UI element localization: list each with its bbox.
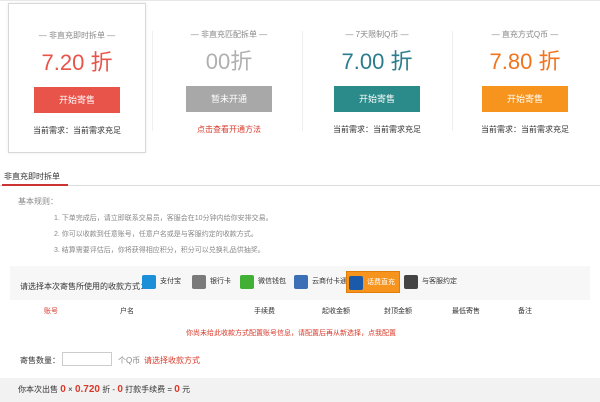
card-demand: 当前需求：当前需求充足 [333, 125, 421, 134]
start-consign-button[interactable]: 开始寄售 [34, 87, 120, 113]
summary-zhe: 折 - [102, 385, 116, 394]
card-title: — 非直充匹配拆单 — [190, 30, 268, 39]
pay-method-label: 云商付卡通 [312, 278, 347, 285]
account-table-header: 账号 户名 手续费 起收金额 封顶金额 最低寄售 备注 [10, 304, 590, 318]
summary-qty: 0 [60, 384, 66, 395]
pay-method-bank-card[interactable]: 银行卡 [190, 271, 231, 293]
summary-total: 0 [174, 384, 180, 395]
card-direct-qcoin[interactable]: — 直充方式Q币 — 7.80 折 开始寄售 当前需求：当前需求充足 [456, 7, 594, 147]
config-notice-link[interactable]: 你尚未给此收款方式配置账号信息，请配置后再从新选择，点我配置 [186, 328, 396, 338]
col-account: 账号 [44, 308, 58, 315]
pay-method-phone[interactable]: 话费直充 [346, 271, 400, 293]
tab-instant-split[interactable]: 非直充即时拆单 [4, 171, 60, 182]
chat-icon [404, 275, 418, 289]
basic-rules: 基本规则： 1. 下单完成后，请立即联系交易员，客服会在10分钟内给你安排交易。… [18, 196, 578, 255]
cloud-pay-icon [294, 275, 308, 289]
start-consign-button[interactable]: 开始寄售 [482, 86, 568, 112]
pay-method-alipay[interactable]: 支付宝 [140, 271, 181, 293]
summary-rate: 0.720 [74, 384, 100, 395]
card-title: — 7天限制Q币 — [345, 30, 409, 39]
rule-item: 3. 结算需要评估后，你将获得相应积分，积分可以兑换礼品供抽奖。 [54, 247, 265, 254]
col-remark: 备注 [518, 308, 532, 315]
rule-item: 2. 你可以收款到任意账号，任意户名或是与客服约定的收款方式。 [54, 231, 258, 238]
bank-card-icon [192, 275, 206, 289]
rules-title: 基本规则： [18, 197, 58, 206]
divider [302, 31, 303, 131]
col-name: 户名 [120, 308, 134, 315]
divider [152, 31, 153, 131]
select-method-hint[interactable]: 请选择收款方式 [144, 355, 200, 366]
summary-yuan: 元 [182, 385, 191, 394]
col-max-amount: 封顶金额 [384, 308, 412, 315]
not-open-button[interactable]: 暂未开通 [186, 86, 272, 112]
card-discount: 00折 [205, 49, 253, 74]
card-demand: 当前需求：当前需求充足 [33, 126, 121, 135]
payment-method-row: 请选择本次寄售所使用的收款方式： 支付宝 银行卡 微信钱包 云商付卡通 话费直充… [10, 266, 590, 300]
card-title: — 非直充即时拆单 — [38, 31, 116, 40]
pay-method-wechat[interactable]: 微信钱包 [238, 271, 286, 293]
summary-prefix: 你本次出售 [18, 385, 58, 394]
pay-method-label: 银行卡 [210, 278, 231, 285]
summary-times: × [68, 385, 73, 394]
quantity-input[interactable] [62, 352, 112, 366]
summary-fee-label: 打款手续费 = [125, 385, 173, 394]
summary-fee: 0 [117, 384, 123, 395]
phone-icon [349, 276, 363, 290]
open-method-link[interactable]: 点击查看开通方法 [160, 124, 298, 135]
col-min-amount: 起收金额 [322, 308, 350, 315]
pay-method-label: 微信钱包 [258, 278, 286, 285]
summary-row: 你本次出售 0 × 0.720 折 - 0 打款手续费 = 0 元 [0, 378, 600, 402]
card-instant-split[interactable]: — 非直充即时拆单 — 7.20 折 开始寄售 当前需求：当前需求充足 [8, 3, 146, 153]
card-7day-qcoin[interactable]: — 7天限制Q币 — 7.00 折 开始寄售 当前需求：当前需求充足 [308, 7, 446, 147]
tab-bar: 非直充即时拆单 [0, 168, 600, 186]
rule-item: 1. 下单完成后，请立即联系交易员，客服会在10分钟内给你安排交易。 [54, 215, 273, 222]
product-cards: — 非直充即时拆单 — 7.20 折 开始寄售 当前需求：当前需求充足 — 非直… [0, 0, 600, 153]
quantity-unit: 个Q币 [118, 356, 141, 365]
card-match-split[interactable]: — 非直充匹配拆单 — 00折 暂未开通 点击查看开通方法 [160, 7, 298, 147]
divider [452, 31, 453, 131]
payment-label: 请选择本次寄售所使用的收款方式： [20, 282, 148, 291]
start-consign-button[interactable]: 开始寄售 [334, 86, 420, 112]
col-fee: 手续费 [254, 308, 275, 315]
wechat-icon [240, 275, 254, 289]
card-discount: 7.80 折 [489, 49, 561, 74]
tab-underline [2, 184, 68, 186]
card-discount: 7.00 折 [341, 49, 413, 74]
pay-method-label: 话费直充 [367, 279, 395, 286]
card-title: — 直充方式Q币 — [491, 30, 559, 39]
pay-method-cloud[interactable]: 云商付卡通 [292, 271, 347, 293]
pay-method-agreed[interactable]: 与客服约定 [402, 271, 457, 293]
card-discount: 7.20 折 [41, 50, 113, 75]
summary-text: 你本次出售 0 × 0.720 折 - 0 打款手续费 = 0 元 [18, 384, 190, 395]
alipay-icon [142, 275, 156, 289]
pay-method-label: 与客服约定 [422, 278, 457, 285]
col-min-consign: 最低寄售 [452, 308, 480, 315]
pay-method-label: 支付宝 [160, 278, 181, 285]
card-demand: 当前需求：当前需求充足 [481, 125, 569, 134]
